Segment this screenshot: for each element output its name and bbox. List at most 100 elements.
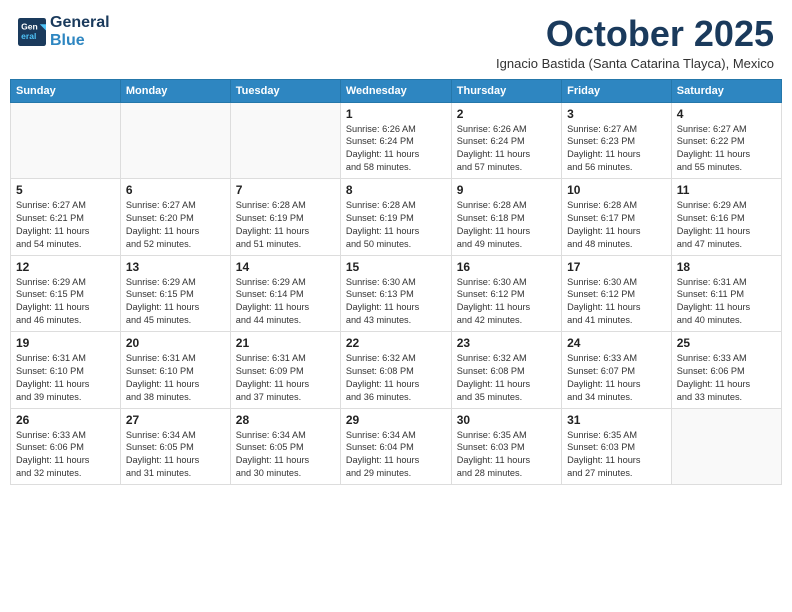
calendar-cell: 14Sunrise: 6:29 AM Sunset: 6:14 PM Dayli… <box>230 255 340 332</box>
weekday-header-saturday: Saturday <box>671 79 781 102</box>
day-number: 16 <box>457 260 556 274</box>
svg-text:eral: eral <box>21 31 36 41</box>
calendar-cell: 28 Sunrise: 6:34 AM Sunset: 6:05 PM Dayli… <box>230 408 340 485</box>
calendar-cell: 6 Sunrise: 6:27 AM Sunset: 6:20 PM Daylig… <box>120 179 230 256</box>
calendar-cell: 8 Sunrise: 6:28 AM Sunset: 6:19 PM Daylig… <box>340 179 451 256</box>
calendar-cell <box>120 102 230 179</box>
day-number: 15 <box>346 260 446 274</box>
day-info: Sunrise: 6:28 AM Sunset: 6:17 PM Dayligh… <box>567 199 666 251</box>
day-number: 5 <box>16 183 115 197</box>
calendar-cell: 26 Sunrise: 6:33 AM Sunset: 6:06 PM Dayli… <box>11 408 121 485</box>
page-header: Gen eral General Blue October 2025 Ignac… <box>10 10 782 75</box>
day-number: 26 <box>16 413 115 427</box>
calendar-cell: 11 Sunrise: 6:29 AM Sunset: 6:16 PM Dayli… <box>671 179 781 256</box>
calendar-cell <box>230 102 340 179</box>
day-info: Sunrise: 6:29 AM Sunset: 6:14 PM Dayligh… <box>236 276 335 328</box>
day-info: Sunrise: 6:33 AM Sunset: 6:06 PM Dayligh… <box>16 429 115 481</box>
day-info: Sunrise: 6:30 AM Sunset: 6:12 PM Dayligh… <box>457 276 556 328</box>
day-number: 13 <box>126 260 225 274</box>
weekday-header-sunday: Sunday <box>11 79 121 102</box>
day-number: 2 <box>457 107 556 121</box>
calendar-cell: 7 Sunrise: 6:28 AM Sunset: 6:19 PM Daylig… <box>230 179 340 256</box>
day-info: Sunrise: 6:29 AM Sunset: 6:15 PM Dayligh… <box>16 276 115 328</box>
day-number: 24 <box>567 336 666 350</box>
calendar-cell: 12Sunrise: 6:29 AM Sunset: 6:15 PM Dayli… <box>11 255 121 332</box>
day-info: Sunrise: 6:34 AM Sunset: 6:05 PM Dayligh… <box>236 429 335 481</box>
calendar-cell: 10 Sunrise: 6:28 AM Sunset: 6:17 PM Dayli… <box>562 179 672 256</box>
calendar-cell: 13Sunrise: 6:29 AM Sunset: 6:15 PM Dayli… <box>120 255 230 332</box>
weekday-header-thursday: Thursday <box>451 79 561 102</box>
calendar-cell: 9Sunrise: 6:28 AM Sunset: 6:18 PM Daylig… <box>451 179 561 256</box>
calendar-week-row: 1Sunrise: 6:26 AM Sunset: 6:24 PM Daylig… <box>11 102 782 179</box>
calendar-cell: 20Sunrise: 6:31 AM Sunset: 6:10 PM Dayli… <box>120 332 230 409</box>
logo-line1: General <box>50 14 110 32</box>
calendar-week-row: 12Sunrise: 6:29 AM Sunset: 6:15 PM Dayli… <box>11 255 782 332</box>
day-info: Sunrise: 6:29 AM Sunset: 6:16 PM Dayligh… <box>677 199 776 251</box>
location-subtitle: Ignacio Bastida (Santa Catarina Tlayca),… <box>496 56 774 71</box>
weekday-header-tuesday: Tuesday <box>230 79 340 102</box>
logo-icon: Gen eral <box>18 18 46 46</box>
calendar-week-row: 26 Sunrise: 6:33 AM Sunset: 6:06 PM Dayli… <box>11 408 782 485</box>
day-number: 23 <box>457 336 556 350</box>
day-number: 28 <box>236 413 335 427</box>
title-block: October 2025 Ignacio Bastida (Santa Cata… <box>496 14 774 71</box>
day-info: Sunrise: 6:32 AM Sunset: 6:08 PM Dayligh… <box>346 352 446 404</box>
day-info: Sunrise: 6:27 AM Sunset: 6:22 PM Dayligh… <box>677 123 776 175</box>
weekday-header-monday: Monday <box>120 79 230 102</box>
day-info: Sunrise: 6:30 AM Sunset: 6:13 PM Dayligh… <box>346 276 446 328</box>
day-number: 10 <box>567 183 666 197</box>
day-info: Sunrise: 6:32 AM Sunset: 6:08 PM Dayligh… <box>457 352 556 404</box>
calendar-header-row: SundayMondayTuesdayWednesdayThursdayFrid… <box>11 79 782 102</box>
day-info: Sunrise: 6:27 AM Sunset: 6:21 PM Dayligh… <box>16 199 115 251</box>
day-number: 19 <box>16 336 115 350</box>
calendar-cell: 1Sunrise: 6:26 AM Sunset: 6:24 PM Daylig… <box>340 102 451 179</box>
day-number: 6 <box>126 183 225 197</box>
day-number: 18 <box>677 260 776 274</box>
calendar-cell <box>11 102 121 179</box>
day-number: 27 <box>126 413 225 427</box>
calendar-cell: 15 Sunrise: 6:30 AM Sunset: 6:13 PM Dayli… <box>340 255 451 332</box>
calendar-cell: 23 Sunrise: 6:32 AM Sunset: 6:08 PM Dayli… <box>451 332 561 409</box>
calendar-cell: 22 Sunrise: 6:32 AM Sunset: 6:08 PM Dayli… <box>340 332 451 409</box>
day-number: 22 <box>346 336 446 350</box>
day-info: Sunrise: 6:34 AM Sunset: 6:05 PM Dayligh… <box>126 429 225 481</box>
day-info: Sunrise: 6:28 AM Sunset: 6:19 PM Dayligh… <box>236 199 335 251</box>
day-info: Sunrise: 6:35 AM Sunset: 6:03 PM Dayligh… <box>567 429 666 481</box>
calendar-cell: 3 Sunrise: 6:27 AM Sunset: 6:23 PM Daylig… <box>562 102 672 179</box>
day-info: Sunrise: 6:27 AM Sunset: 6:20 PM Dayligh… <box>126 199 225 251</box>
calendar-cell: 29 Sunrise: 6:34 AM Sunset: 6:04 PM Dayli… <box>340 408 451 485</box>
calendar-cell: 5 Sunrise: 6:27 AM Sunset: 6:21 PM Daylig… <box>11 179 121 256</box>
day-info: Sunrise: 6:33 AM Sunset: 6:07 PM Dayligh… <box>567 352 666 404</box>
day-info: Sunrise: 6:27 AM Sunset: 6:23 PM Dayligh… <box>567 123 666 175</box>
calendar-cell: 21Sunrise: 6:31 AM Sunset: 6:09 PM Dayli… <box>230 332 340 409</box>
day-number: 17 <box>567 260 666 274</box>
calendar-cell: 4Sunrise: 6:27 AM Sunset: 6:22 PM Daylig… <box>671 102 781 179</box>
day-info: Sunrise: 6:33 AM Sunset: 6:06 PM Dayligh… <box>677 352 776 404</box>
day-number: 21 <box>236 336 335 350</box>
day-info: Sunrise: 6:31 AM Sunset: 6:10 PM Dayligh… <box>16 352 115 404</box>
day-number: 31 <box>567 413 666 427</box>
weekday-header-wednesday: Wednesday <box>340 79 451 102</box>
day-number: 8 <box>346 183 446 197</box>
calendar-cell: 24 Sunrise: 6:33 AM Sunset: 6:07 PM Dayli… <box>562 332 672 409</box>
calendar-table: SundayMondayTuesdayWednesdayThursdayFrid… <box>10 79 782 486</box>
day-number: 30 <box>457 413 556 427</box>
day-info: Sunrise: 6:31 AM Sunset: 6:10 PM Dayligh… <box>126 352 225 404</box>
day-number: 9 <box>457 183 556 197</box>
day-info: Sunrise: 6:26 AM Sunset: 6:24 PM Dayligh… <box>346 123 446 175</box>
calendar-week-row: 5 Sunrise: 6:27 AM Sunset: 6:21 PM Daylig… <box>11 179 782 256</box>
day-info: Sunrise: 6:28 AM Sunset: 6:19 PM Dayligh… <box>346 199 446 251</box>
day-number: 3 <box>567 107 666 121</box>
day-info: Sunrise: 6:34 AM Sunset: 6:04 PM Dayligh… <box>346 429 446 481</box>
calendar-cell: 30Sunrise: 6:35 AM Sunset: 6:03 PM Dayli… <box>451 408 561 485</box>
day-info: Sunrise: 6:26 AM Sunset: 6:24 PM Dayligh… <box>457 123 556 175</box>
day-info: Sunrise: 6:31 AM Sunset: 6:11 PM Dayligh… <box>677 276 776 328</box>
month-title: October 2025 <box>496 14 774 54</box>
calendar-cell: 27 Sunrise: 6:34 AM Sunset: 6:05 PM Dayli… <box>120 408 230 485</box>
weekday-header-friday: Friday <box>562 79 672 102</box>
day-number: 7 <box>236 183 335 197</box>
day-number: 29 <box>346 413 446 427</box>
calendar-cell: 16 Sunrise: 6:30 AM Sunset: 6:12 PM Dayli… <box>451 255 561 332</box>
day-number: 11 <box>677 183 776 197</box>
calendar-cell: 2 Sunrise: 6:26 AM Sunset: 6:24 PM Daylig… <box>451 102 561 179</box>
